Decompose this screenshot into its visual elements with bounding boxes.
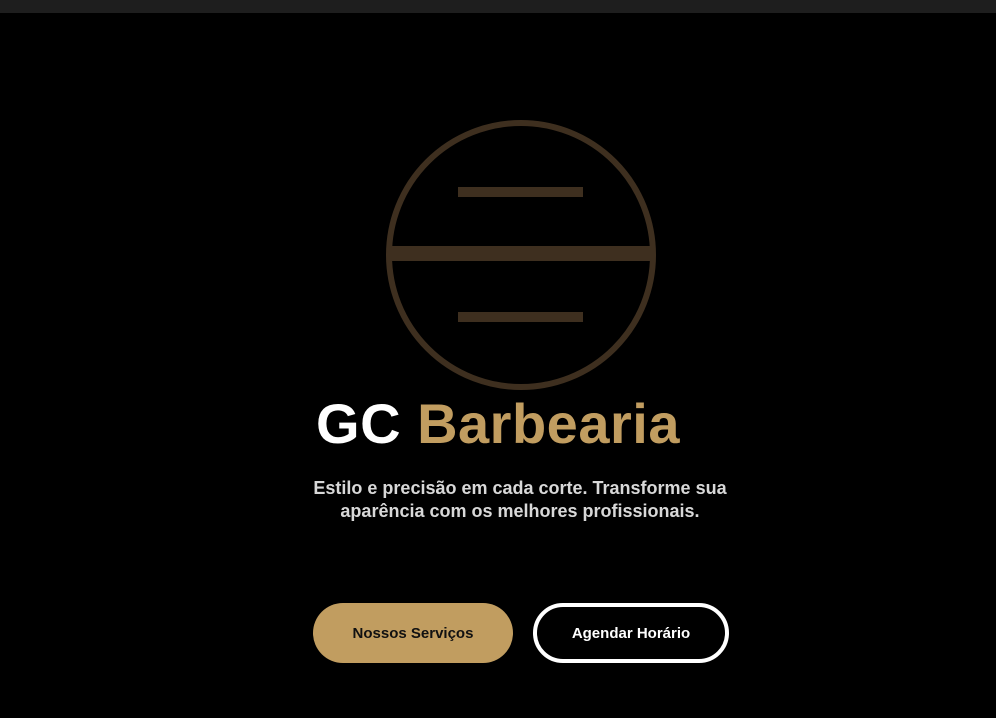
schedule-button[interactable]: Agendar Horário: [533, 603, 729, 663]
barber-logo-icon: [386, 120, 656, 390]
brand-title: GC Barbearia: [0, 392, 996, 456]
hero-tagline: Estilo e precisão em cada corte. Transfo…: [313, 478, 727, 521]
window-top-bar: [0, 0, 996, 13]
brand-name-barbearia: Barbearia: [417, 392, 680, 455]
brand-name-gc: GC: [316, 392, 402, 455]
services-button[interactable]: Nossos Serviços: [313, 603, 513, 663]
